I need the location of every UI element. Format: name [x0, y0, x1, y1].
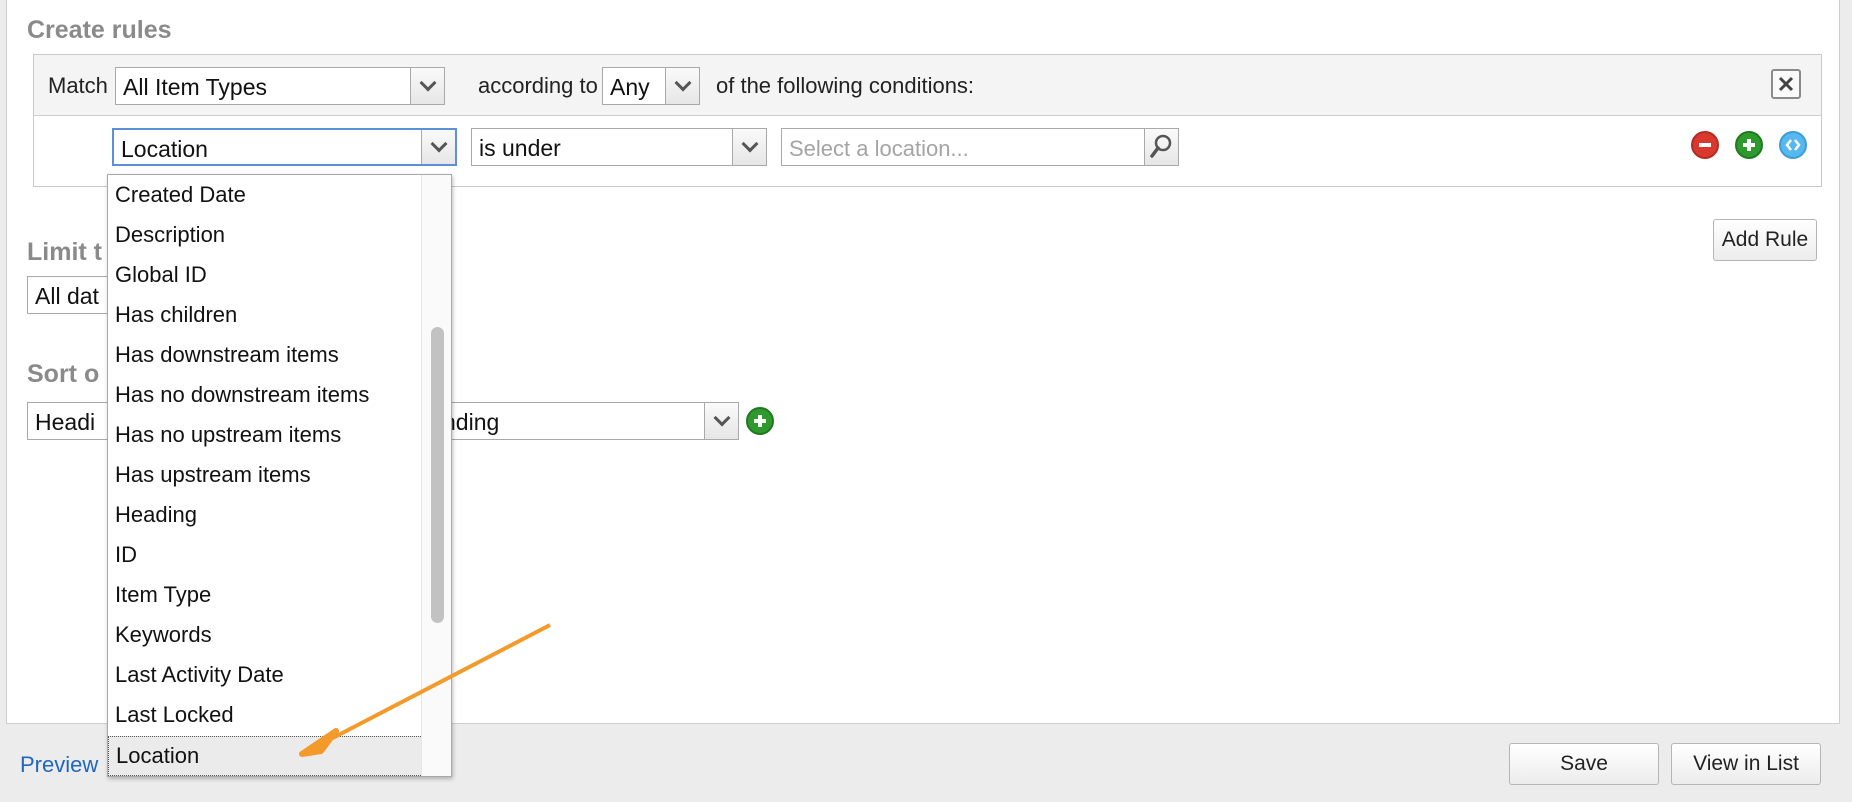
add-rule-button[interactable]: Add Rule: [1713, 219, 1817, 261]
sort-field-select-value: Headi: [35, 409, 96, 435]
arrows-icon: [1785, 139, 1801, 151]
add-condition-button[interactable]: [1735, 131, 1763, 159]
save-button[interactable]: Save: [1509, 743, 1659, 785]
dropdown-option[interactable]: Global ID: [108, 256, 423, 296]
dropdown-option[interactable]: Item Type: [108, 576, 423, 616]
search-icon: [1150, 134, 1172, 158]
preview-link[interactable]: Preview: [20, 752, 98, 778]
rule-field-select[interactable]: Location: [112, 128, 457, 166]
limit-select-value: All dat: [35, 283, 99, 309]
item-type-select-value: All Item Types: [123, 74, 268, 100]
rules-box: Match All Item Types according to Any of…: [33, 54, 1822, 187]
dropdown-option[interactable]: Has children: [108, 296, 423, 336]
according-to-label: according to: [478, 73, 598, 98]
rule-operator-select[interactable]: is under: [471, 128, 767, 166]
dropdown-option[interactable]: Has downstream items: [108, 336, 423, 376]
chevron-down-icon[interactable]: [421, 130, 455, 164]
dropdown-scrollbar[interactable]: [421, 175, 451, 776]
view-in-list-button[interactable]: View in List: [1671, 743, 1821, 785]
chevron-down-icon[interactable]: [704, 403, 738, 439]
match-label: Match: [48, 73, 108, 98]
dropdown-option[interactable]: Has no downstream items: [108, 376, 423, 416]
location-input-placeholder: Select a location...: [789, 136, 969, 161]
create-rules-title: Create rules: [27, 16, 172, 44]
dropdown-option[interactable]: Created Date: [108, 176, 423, 216]
location-search-button[interactable]: [1144, 129, 1178, 165]
location-input[interactable]: Select a location...: [781, 128, 1179, 166]
remove-rule-button[interactable]: [1691, 131, 1719, 159]
limit-title: Limit t: [27, 238, 102, 266]
sort-order-select[interactable]: nding: [437, 402, 739, 440]
close-rules-button[interactable]: [1771, 69, 1801, 99]
minus-icon: [1699, 143, 1711, 147]
plus-icon: [754, 415, 766, 427]
chevron-down-icon[interactable]: [665, 68, 699, 104]
dropdown-scrollbar-thumb[interactable]: [431, 327, 444, 623]
rule-operator-select-value: is under: [479, 135, 561, 161]
item-type-select[interactable]: All Item Types: [115, 67, 445, 105]
dropdown-option[interactable]: Has upstream items: [108, 456, 423, 496]
match-row: Match All Item Types according to Any of…: [34, 55, 1821, 116]
dropdown-option[interactable]: Last Locked: [108, 696, 423, 736]
match-mode-select[interactable]: Any: [602, 67, 700, 105]
conditions-label: of the following conditions:: [716, 73, 975, 98]
match-mode-select-value: Any: [610, 74, 650, 100]
dropdown-option[interactable]: ID: [108, 536, 423, 576]
chevron-down-icon[interactable]: [410, 68, 444, 104]
add-sort-button[interactable]: [746, 407, 774, 435]
chevron-down-icon[interactable]: [732, 129, 766, 165]
dropdown-option[interactable]: Heading: [108, 496, 423, 536]
sort-title: Sort o: [27, 360, 100, 388]
dropdown-option[interactable]: Keywords: [108, 616, 423, 656]
close-icon: [1778, 76, 1794, 92]
dropdown-option[interactable]: Has no upstream items: [108, 416, 423, 456]
move-rule-button[interactable]: [1779, 131, 1807, 159]
dropdown-option[interactable]: Description: [108, 216, 423, 256]
field-dropdown-list[interactable]: Created Date Description Global ID Has chil…: [107, 174, 452, 777]
dropdown-option[interactable]: Location: [108, 736, 423, 776]
plus-icon: [1743, 139, 1755, 151]
rule-field-select-value: Location: [121, 136, 208, 162]
dropdown-option[interactable]: Last Activity Date: [108, 656, 423, 696]
